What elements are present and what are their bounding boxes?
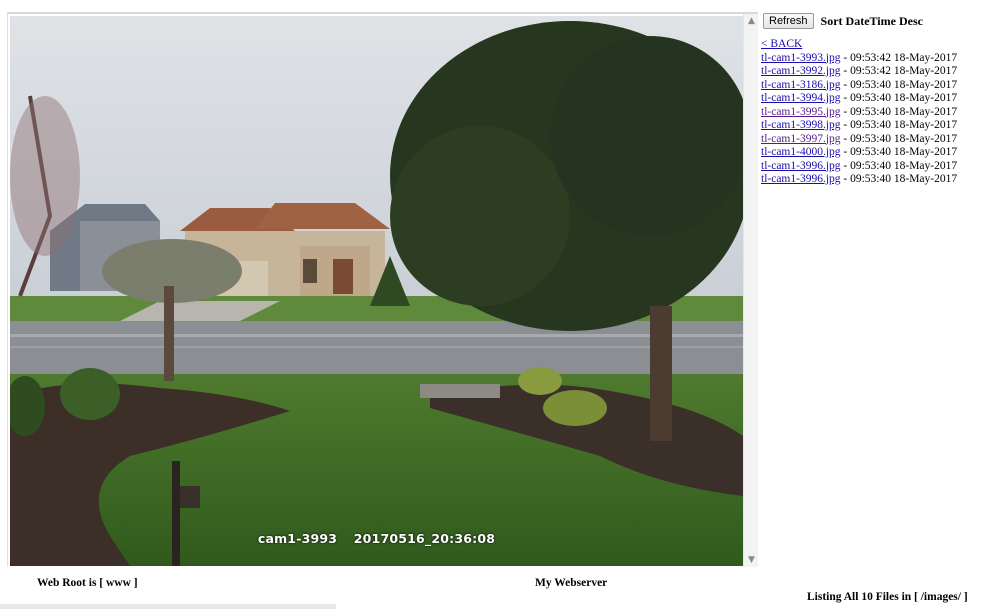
file-list-item: tl-cam1-3994.jpg - 09:53:40 18-May-2017 <box>761 92 957 106</box>
file-list-item: tl-cam1-3186.jpg - 09:53:40 18-May-2017 <box>761 79 957 93</box>
file-link[interactable]: tl-cam1-3993.jpg <box>761 52 841 64</box>
server-name: My Webserver <box>535 577 608 589</box>
file-list-item: tl-cam1-3992.jpg - 09:53:42 18-May-2017 <box>761 65 957 79</box>
listing-summary: Listing All 10 Files in [ /images/ ] <box>807 591 968 603</box>
file-list-item: tl-cam1-4000.jpg - 09:53:40 18-May-2017 <box>761 146 957 160</box>
file-link[interactable]: tl-cam1-3997.jpg <box>761 133 841 145</box>
image-viewer[interactable]: cam1-3993 20170516_20:36:08 ▲ ▼ <box>7 12 758 567</box>
file-list-item: tl-cam1-3996.jpg - 09:53:40 18-May-2017 <box>761 173 957 187</box>
refresh-button[interactable]: Refresh <box>763 13 814 29</box>
timestamp-label: 20170516_20:36:08 <box>353 531 496 546</box>
horizontal-scrollbar[interactable] <box>0 604 336 609</box>
file-link[interactable]: tl-cam1-3996.jpg <box>761 173 841 185</box>
web-root-label: Web Root is [ www ] <box>37 577 138 589</box>
image-caption: cam1-3993 20170516_20:36:08 <box>10 531 743 546</box>
file-timestamp: - 09:53:42 18-May-2017 <box>840 65 958 77</box>
file-list-item: tl-cam1-3998.jpg - 09:53:40 18-May-2017 <box>761 119 957 133</box>
sort-label: Sort DateTime Desc <box>820 13 923 28</box>
file-timestamp: - 09:53:40 18-May-2017 <box>840 132 958 145</box>
file-link[interactable]: tl-cam1-3996.jpg <box>761 160 841 172</box>
file-list: < BACK tl-cam1-3993.jpg - 09:53:42 18-Ma… <box>761 38 957 187</box>
file-timestamp: - 09:53:40 18-May-2017 <box>840 119 958 131</box>
file-timestamp: - 09:53:40 18-May-2017 <box>840 105 958 118</box>
file-link[interactable]: tl-cam1-3995.jpg <box>761 106 841 118</box>
file-list-item: tl-cam1-3995.jpg - 09:53:40 18-May-2017 <box>761 106 957 120</box>
file-timestamp: - 09:53:40 18-May-2017 <box>840 92 958 104</box>
file-link[interactable]: tl-cam1-3994.jpg <box>761 92 841 104</box>
file-timestamp: - 09:53:40 18-May-2017 <box>840 173 958 185</box>
file-link[interactable]: tl-cam1-3998.jpg <box>761 119 841 131</box>
file-timestamp: - 09:53:40 18-May-2017 <box>840 146 958 158</box>
file-timestamp: - 09:53:40 18-May-2017 <box>840 78 958 91</box>
file-link[interactable]: tl-cam1-3186.jpg <box>761 79 841 91</box>
camera-snapshot-image: cam1-3993 20170516_20:36:08 <box>10 16 743 566</box>
vertical-scrollbar[interactable]: ▲ ▼ <box>743 14 758 567</box>
yard-scene-illustration <box>10 16 743 566</box>
file-list-item: tl-cam1-3996.jpg - 09:53:40 18-May-2017 <box>761 160 957 174</box>
scroll-up-arrow-icon[interactable]: ▲ <box>744 14 759 28</box>
file-link[interactable]: tl-cam1-4000.jpg <box>761 146 841 158</box>
camera-label: cam1-3993 <box>257 531 338 546</box>
back-link[interactable]: < BACK <box>761 38 802 50</box>
file-list-item: tl-cam1-3997.jpg - 09:53:40 18-May-2017 <box>761 133 957 147</box>
file-timestamp: - 09:53:42 18-May-2017 <box>840 51 958 64</box>
toolbar: Refresh Sort DateTime Desc <box>763 12 923 30</box>
file-timestamp: - 09:53:40 18-May-2017 <box>840 159 958 172</box>
scroll-down-arrow-icon[interactable]: ▼ <box>744 553 759 567</box>
file-list-item: tl-cam1-3993.jpg - 09:53:42 18-May-2017 <box>761 52 957 66</box>
file-link[interactable]: tl-cam1-3992.jpg <box>761 65 841 77</box>
